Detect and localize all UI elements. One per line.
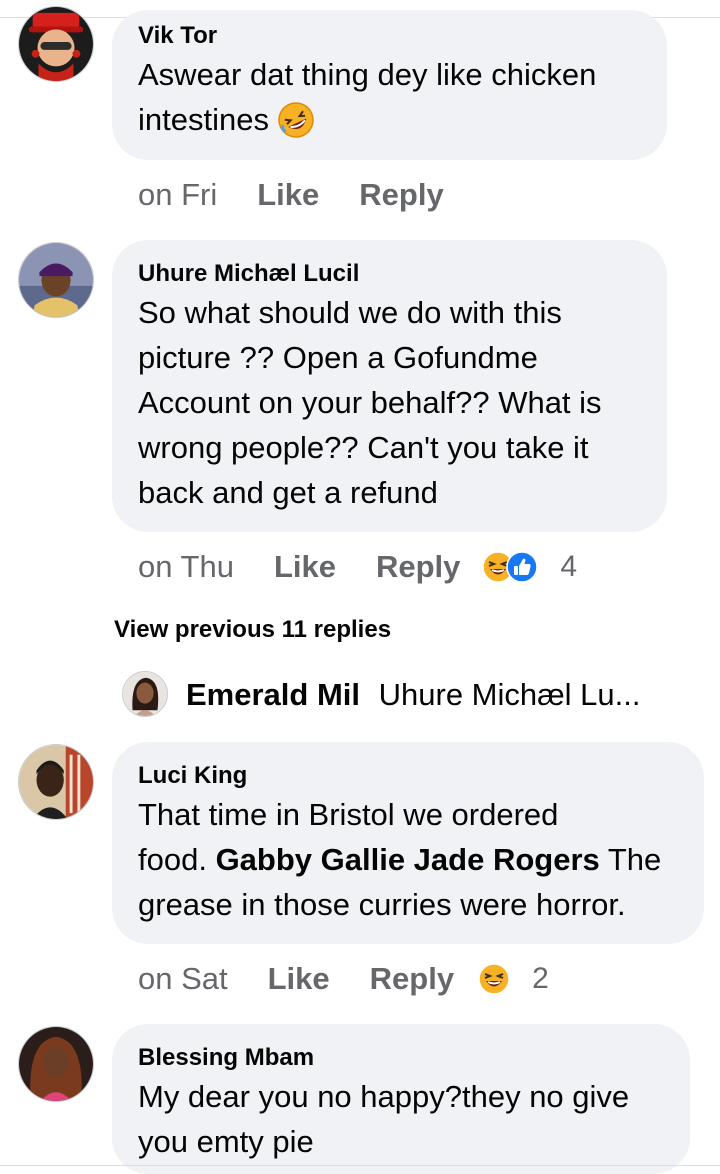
like-button[interactable]: Like [257,177,319,213]
comment-text-line: So what should we do with this [138,295,562,330]
like-button[interactable]: Like [274,549,336,585]
reaction-summary[interactable] [482,551,539,583]
comment-author[interactable]: Uhure Michæl Lucil [138,260,641,288]
avatar-luci-king-image [19,745,93,819]
comment-actions: on Sat Like Reply 2 [138,961,578,997]
reply-preview-author[interactable]: Emerald Mil [186,677,360,712]
comment-text-line: intestines [138,102,269,137]
reply-preview[interactable]: Emerald Mil Uhure Michæl Lu... [186,677,641,713]
tagged-person-link[interactable]: Gabby Gallie Jade Rogers [216,842,600,877]
comment-text: That time in Bristol we ordered food. Ga… [138,792,678,927]
comment-text-line: grease in those curries were horror. [138,887,626,922]
comment-text-segment: The [599,842,662,877]
comment-timestamp[interactable]: on Thu [138,549,234,585]
comment-actions: on Fri Like Reply [138,177,444,213]
comment-text-line: That time in Bristol we ordered [138,797,559,832]
comment-bubble: Vik Tor Aswear dat thing dey like chicke… [112,10,667,160]
comment-author[interactable]: Blessing Mbam [138,1044,664,1072]
avatar-vik-tor-image [19,7,93,81]
comment-author[interactable]: Luci King [138,762,678,790]
comment-text: Aswear dat thing dey like chicken intest… [138,52,641,142]
comment-text-line: wrong people?? Can't you take it [138,430,589,465]
like-button[interactable]: Like [268,961,330,997]
bottom-divider [0,1165,720,1166]
avatar[interactable] [122,671,168,717]
comment-text-line: food. Gabby Gallie Jade Rogers The [138,837,678,882]
comment-actions: on Thu Like Reply 4 [138,549,608,585]
avatar-uhure-image [19,243,93,317]
haha-reaction-icon [478,963,510,995]
avatar[interactable] [18,242,94,318]
rolling-laughing-emoji-icon [278,101,314,138]
reply-preview-text: Uhure Michæl Lu... [378,677,641,712]
comment-bubble: Blessing Mbam My dear you no happy?they … [112,1024,690,1174]
reaction-count[interactable]: 2 [532,962,549,996]
comment-text-line: you emty pie [138,1124,314,1159]
reply-button[interactable]: Reply [359,177,443,213]
avatar[interactable] [18,744,94,820]
reaction-summary[interactable] [478,963,510,995]
reply-button[interactable]: Reply [376,549,460,585]
reply-button[interactable]: Reply [370,961,454,997]
avatar[interactable] [18,1026,94,1102]
comment-text: So what should we do with this picture ?… [138,290,641,515]
comment-bubble: Uhure Michæl Lucil So what should we do … [112,240,667,532]
comment-text: My dear you no happy?they no give you em… [138,1074,664,1164]
comment-text-line: Aswear dat thing dey like chicken [138,57,597,92]
comment-text-line: back and get a refund [138,475,438,510]
comment-timestamp[interactable]: on Fri [138,177,217,213]
comment-timestamp[interactable]: on Sat [138,961,228,997]
avatar-blessing-mbam-image [19,1027,93,1101]
comment-text-segment: food. [138,842,216,877]
comment-text-line: Account on your behalf?? What is [138,385,602,420]
comment-text-line: picture ?? Open a Gofundme [138,340,538,375]
comment-bubble: Luci King That time in Bristol we ordere… [112,742,704,944]
view-previous-replies-link[interactable]: View previous 11 replies [114,616,391,644]
comment-text-line: My dear you no happy?they no give [138,1079,630,1114]
avatar[interactable] [18,6,94,82]
avatar-emerald-mil-image [123,672,167,716]
like-reaction-icon [506,551,539,583]
reaction-count[interactable]: 4 [560,550,577,584]
comment-author[interactable]: Vik Tor [138,22,641,50]
